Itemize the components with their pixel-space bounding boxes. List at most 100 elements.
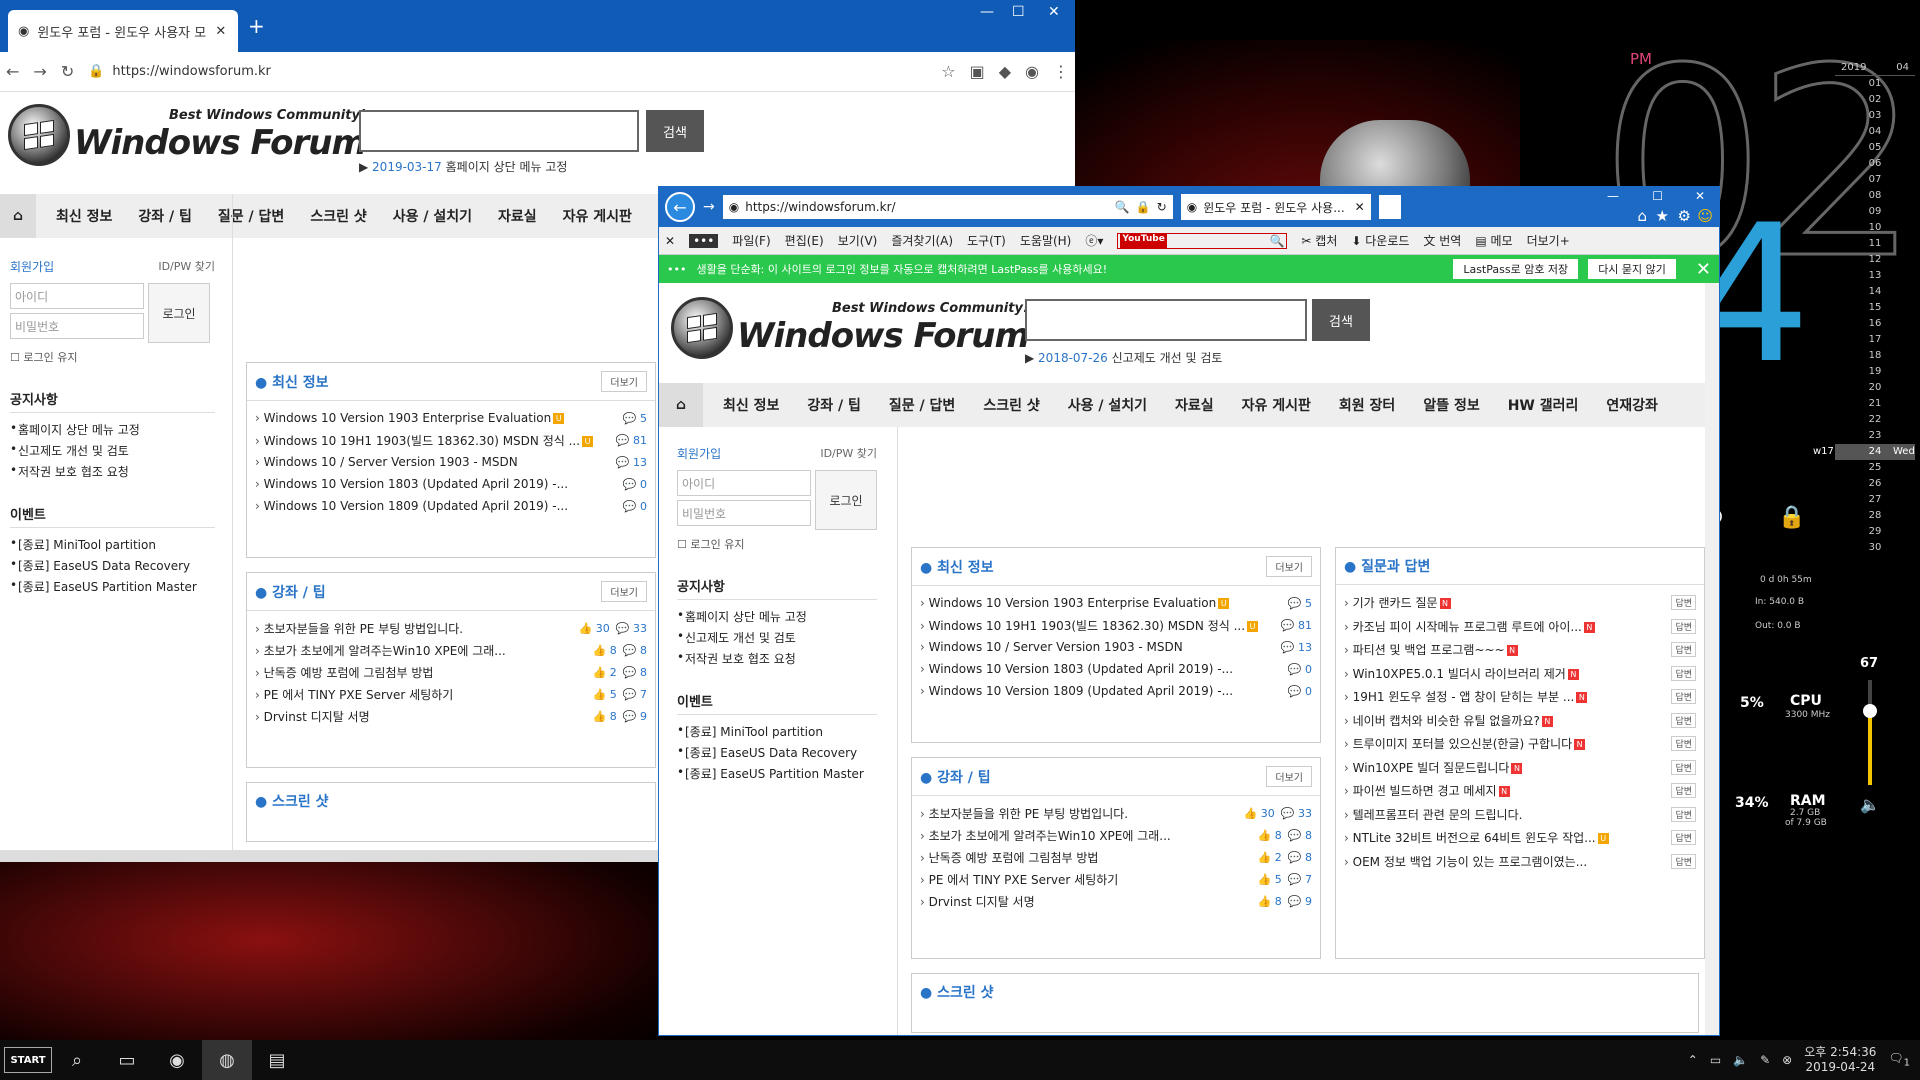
site-logo[interactable]: Best Windows Community! Windows Forum [671,297,1030,359]
more-tools-button[interactable]: 더보기+ [1527,232,1570,249]
nav-item-deals[interactable]: 알뜰 정보 [1423,395,1479,415]
back-icon[interactable]: ← [6,62,19,81]
list-item[interactable]: 초보자분들을 위한 PE 부팅 방법입니다. 👍 30 💬 33 [912,802,1320,824]
forward-icon[interactable]: → [33,62,46,81]
more-button[interactable]: 더보기 [601,581,647,602]
list-item[interactable]: 초보가 초보에게 알려주는Win10 XPE에 그래... 👍 8 💬 8 [912,824,1320,846]
list-item[interactable]: 기가 랜카드 질문N 답변 [1336,591,1704,615]
list-item[interactable]: Win10XPE5.0.1 빌더시 라이브러리 제거N 답변 [1336,662,1704,686]
calendar-day[interactable]: 20 [1835,380,1915,396]
ie-icon[interactable]: ⓔ▾ [1085,232,1103,249]
chrome-tab[interactable]: ◉ 윈도우 포럼 - 윈도우 사용자 모임 ✕ [8,10,238,52]
event-item[interactable]: [종료] EaseUS Data Recovery [677,742,877,763]
list-item[interactable]: Windows 10 Version 1809 (Updated April 2… [247,495,655,517]
notice-item[interactable]: 신고제도 개선 및 검토 [677,627,877,648]
task-view-icon[interactable]: ▭ [102,1040,152,1080]
tray-clock[interactable]: 오후 2:54:36 2019-04-24 [1804,1045,1876,1075]
close-window-icon[interactable]: ✕ [1695,189,1705,203]
memo-button[interactable]: ▤ 메모 [1475,232,1512,249]
start-button[interactable]: START [4,1047,52,1073]
nav-item-free-board[interactable]: 자유 게시판 [563,206,632,226]
answer-button[interactable]: 답변 [1671,712,1696,728]
ie-taskbar-icon[interactable]: ◍ [202,1040,252,1080]
calendar-day[interactable]: 05 [1835,140,1915,156]
extension-icon[interactable]: ••• [689,233,719,248]
vertical-scrollbar[interactable] [1705,283,1719,1035]
download-button[interactable]: ⬇ 다운로드 [1351,232,1409,249]
list-item[interactable]: 난독증 예방 포럼에 그림첨부 방법 👍 2 💬 8 [912,846,1320,868]
calendar-day[interactable]: 13 [1835,268,1915,284]
new-tab-icon[interactable]: + [248,14,265,38]
list-item[interactable]: OEM 정보 백업 기능이 있는 프로그램이였는... 답변 [1336,850,1704,874]
calendar-day[interactable]: 14 [1835,284,1915,300]
notice-item[interactable]: 홈페이지 상단 메뉴 고정 [677,606,877,627]
list-item[interactable]: Windows 10 Version 1809 (Updated April 2… [912,680,1320,702]
event-item[interactable]: [종료] MiniTool partition [10,534,215,555]
notification-icon[interactable]: 🗨1 [1888,1051,1910,1068]
calendar-day[interactable]: 11 [1835,236,1915,252]
lastpass-never-button[interactable]: 다시 묻지 않기 [1588,259,1676,279]
calendar-day[interactable]: 03 [1835,108,1915,124]
network-icon[interactable]: ▭ [1710,1053,1721,1067]
more-button[interactable]: 더보기 [1266,556,1312,577]
capture-button[interactable]: ✂ 캡처 [1301,232,1337,249]
search-icon[interactable]: 🔍 [1115,200,1130,214]
close-icon[interactable]: ✕ [665,234,675,248]
close-icon[interactable]: ✕ [215,24,226,39]
list-item[interactable]: Win10XPE 빌더 질문드립니다N 답변 [1336,756,1704,780]
calendar-day[interactable]: 02 [1835,92,1915,108]
nav-item-tips[interactable]: 강좌 / 팁 [807,395,861,415]
home-icon[interactable]: ⌂ [659,383,703,427]
list-item[interactable]: Windows 10 Version 1803 (Updated April 2… [912,658,1320,680]
search-icon[interactable]: ⌕ [52,1040,102,1080]
list-item[interactable]: Windows 10 / Server Version 1903 - MSDN 💬… [912,636,1320,658]
calendar-day[interactable]: 25 [1835,460,1915,476]
menu-tools[interactable]: 도구(T) [967,232,1006,249]
calendar-day[interactable]: 15 [1835,300,1915,316]
top-notice[interactable]: ▶ 2019-03-17 홈페이지 상단 메뉴 고정 [359,158,567,175]
calendar-day[interactable]: 10 [1835,220,1915,236]
nav-item-install[interactable]: 사용 / 설치기 [393,206,472,226]
menu-favorites[interactable]: 즐겨찾기(A) [891,232,953,249]
settings-icon[interactable]: ⚙ [1678,207,1691,225]
calendar-day[interactable]: 09 [1835,204,1915,220]
calendar-day[interactable]: 17 [1835,332,1915,348]
list-item[interactable]: 트루이미지 포터블 있으신분(한글) 구합니다N 답변 [1336,732,1704,756]
answer-button[interactable]: 답변 [1671,806,1696,822]
list-item[interactable]: 네이버 캡처와 비슷한 유틸 없을까요?N 답변 [1336,709,1704,733]
list-item[interactable]: Windows 10 19H1 1903(빌드 18362.30) MSDN 정… [912,614,1320,636]
maximize-icon[interactable]: ☐ [1012,4,1025,20]
search-button[interactable]: 검색 [1312,299,1370,341]
lock-icon[interactable]: 🔒 [1778,505,1805,530]
list-item[interactable]: 난독증 예방 포럼에 그림첨부 방법 👍 2 💬 8 [247,661,655,683]
calendar-day[interactable]: 18 [1835,348,1915,364]
event-item[interactable]: [종료] EaseUS Partition Master [677,763,877,784]
calendar-day[interactable]: 29 [1835,524,1915,540]
calendar-day[interactable]: 04 [1835,124,1915,140]
calendar-day[interactable]: 12 [1835,252,1915,268]
star-icon[interactable]: ☆ [941,62,955,81]
smiley-icon[interactable]: ☺ [1697,207,1713,225]
event-item[interactable]: [종료] EaseUS Data Recovery [10,555,215,576]
extension-icon[interactable]: ▣ [970,62,985,81]
refresh-icon[interactable]: ↻ [1157,200,1167,214]
menu-help[interactable]: 도움말(H) [1020,232,1072,249]
login-button[interactable]: 로그인 [148,283,210,343]
list-item[interactable]: 19H1 윈도우 설정 - 앱 창이 닫히는 부분 ...N 답변 [1336,685,1704,709]
nav-item-files[interactable]: 자료실 [498,206,537,226]
calendar-day[interactable]: 07 [1835,172,1915,188]
nav-item-latest[interactable]: 최신 정보 [723,395,779,415]
list-item[interactable]: Drvinst 디지탈 서명 👍 8 💬 9 [912,890,1320,912]
translate-button[interactable]: 文 번역 [1423,232,1461,249]
tray-chevron-icon[interactable]: ⌃ [1688,1053,1698,1067]
calendar-day[interactable]: 19 [1835,364,1915,380]
id-input[interactable]: 아이디 [10,283,144,309]
find-account-link[interactable]: ID/PW 찾기 [820,445,877,462]
site-logo[interactable]: Best Windows Community! Windows Forum [8,104,367,166]
calendar-day[interactable]: 26 [1835,476,1915,492]
menu-edit[interactable]: 편집(E) [785,232,824,249]
answer-button[interactable]: 답변 [1671,830,1696,846]
extension-icon-2[interactable]: ◆ [999,62,1011,81]
nav-item-qa[interactable]: 질문 / 답변 [889,395,955,415]
answer-button[interactable]: 답변 [1671,665,1696,681]
